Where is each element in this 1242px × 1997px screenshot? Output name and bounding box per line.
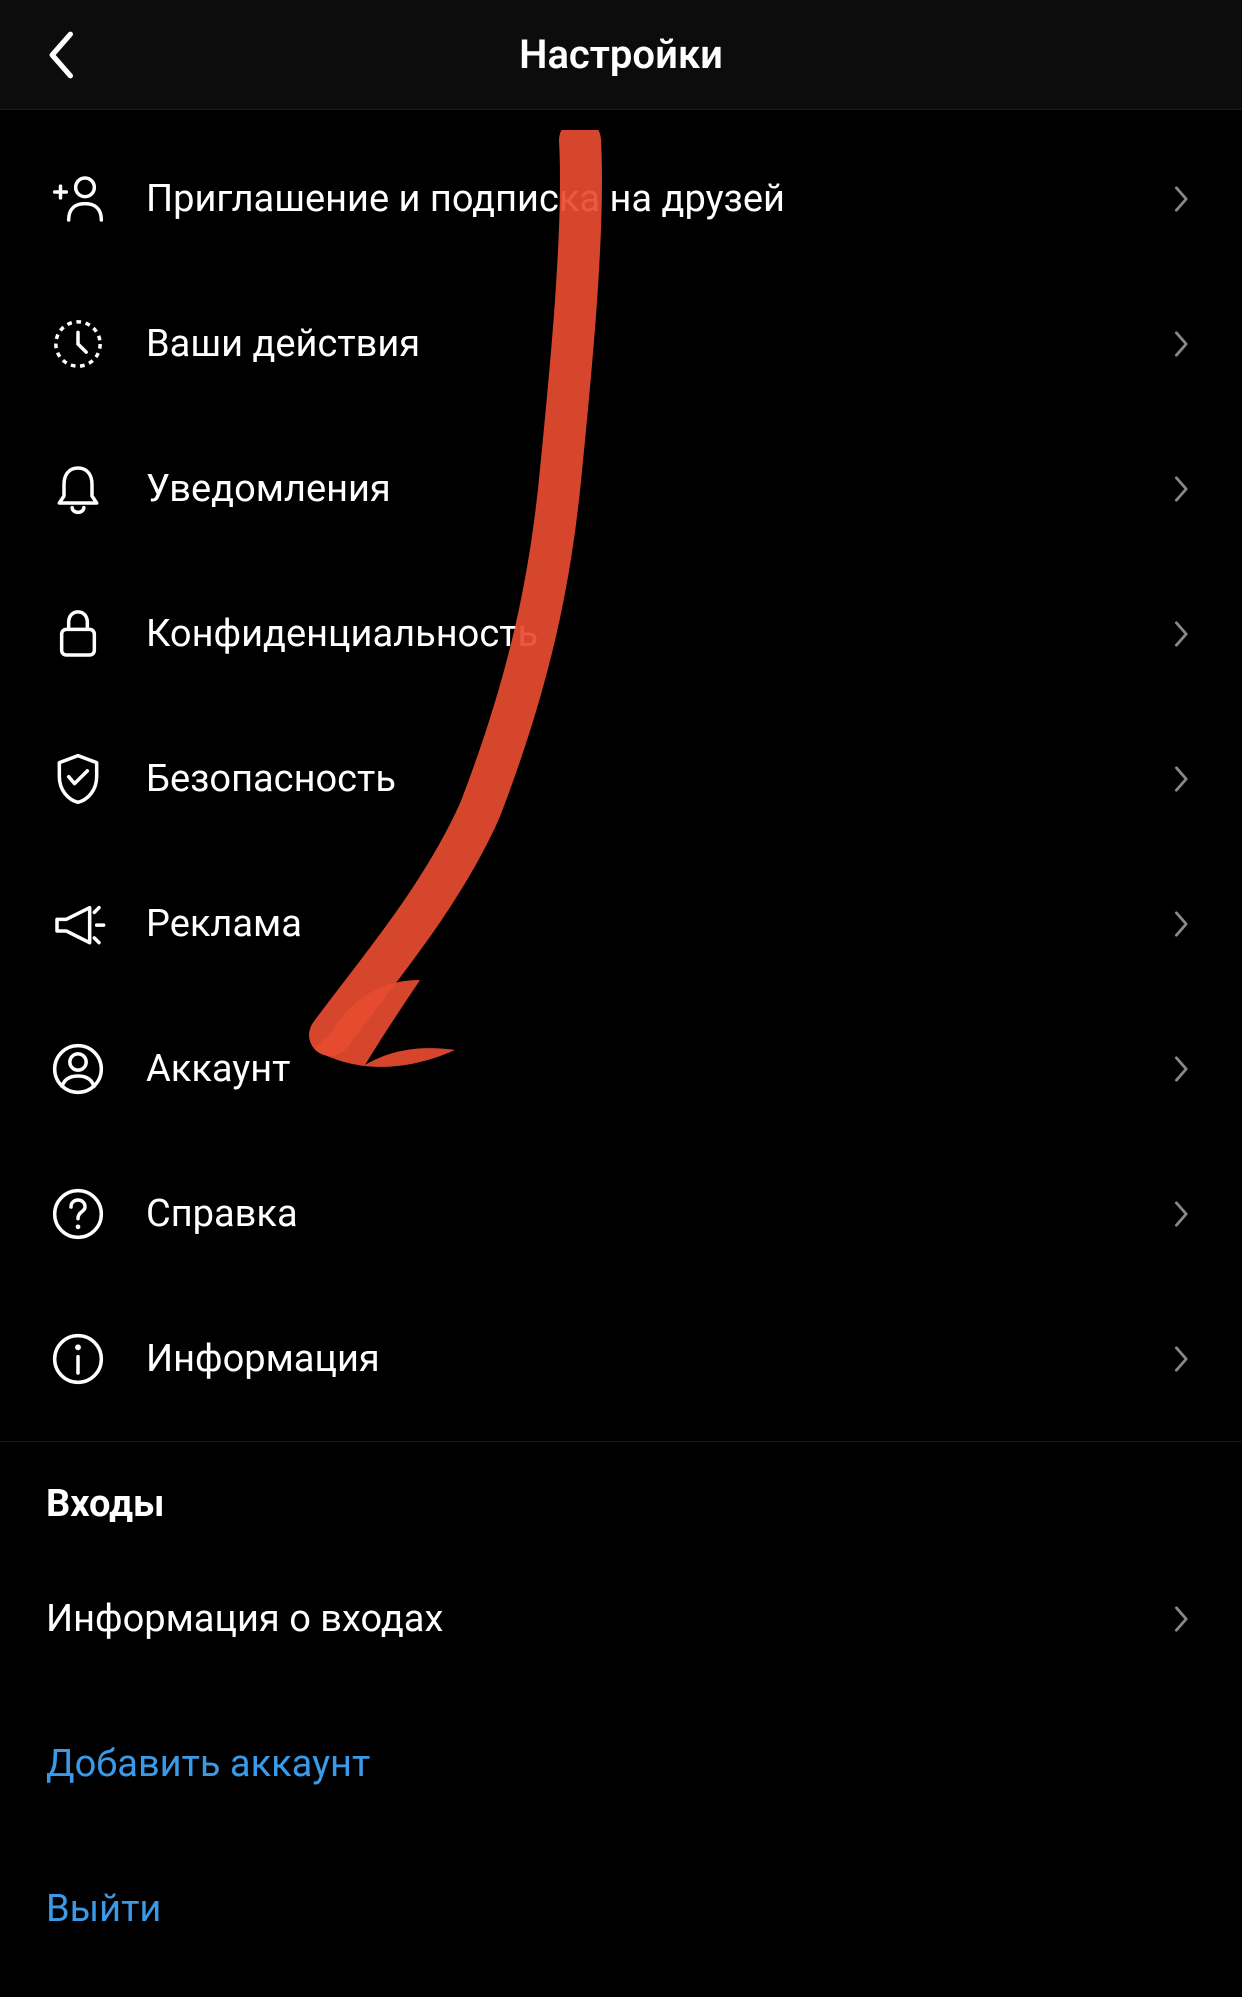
item-label: Информация о входах: [46, 1597, 1168, 1641]
settings-item-info[interactable]: Информация: [0, 1286, 1242, 1431]
item-label: Справка: [146, 1192, 1168, 1236]
bell-icon: [46, 457, 110, 521]
chevron-right-icon: [1168, 185, 1196, 213]
settings-item-invite[interactable]: Приглашение и подписка на друзей: [0, 126, 1242, 271]
activity-icon: [46, 312, 110, 376]
lock-icon: [46, 602, 110, 666]
account-icon: [46, 1037, 110, 1101]
chevron-right-icon: [1168, 1055, 1196, 1083]
page-title: Настройки: [519, 31, 723, 78]
settings-item-privacy[interactable]: Конфиденциальность: [0, 561, 1242, 706]
chevron-right-icon: [1168, 1605, 1196, 1633]
settings-list: Приглашение и подписка на друзей Ваши де…: [0, 110, 1242, 1431]
chevron-right-icon: [1168, 910, 1196, 938]
header: Настройки: [0, 0, 1242, 110]
login-info-item[interactable]: Информация о входах: [0, 1546, 1242, 1691]
chevron-right-icon: [1168, 475, 1196, 503]
item-label: Ваши действия: [146, 322, 1168, 366]
back-button[interactable]: [36, 31, 84, 79]
item-label: Приглашение и подписка на друзей: [146, 177, 1168, 221]
link-label: Добавить аккаунт: [46, 1742, 370, 1786]
chevron-right-icon: [1168, 765, 1196, 793]
chevron-right-icon: [1168, 1345, 1196, 1373]
settings-item-ads[interactable]: Реклама: [0, 851, 1242, 996]
item-label: Информация: [146, 1337, 1168, 1381]
item-label: Конфиденциальность: [146, 612, 1168, 656]
settings-item-account[interactable]: Аккаунт: [0, 996, 1242, 1141]
settings-item-notifications[interactable]: Уведомления: [0, 416, 1242, 561]
logout-link[interactable]: Выйти: [0, 1836, 1242, 1981]
chevron-right-icon: [1168, 330, 1196, 358]
chevron-right-icon: [1168, 620, 1196, 648]
settings-item-help[interactable]: Справка: [0, 1141, 1242, 1286]
megaphone-icon: [46, 892, 110, 956]
add-person-icon: [46, 167, 110, 231]
item-label: Реклама: [146, 902, 1168, 946]
item-label: Безопасность: [146, 757, 1168, 801]
logins-section-header: Входы: [0, 1442, 1242, 1546]
settings-item-security[interactable]: Безопасность: [0, 706, 1242, 851]
item-label: Аккаунт: [146, 1047, 1168, 1091]
link-label: Выйти: [46, 1887, 161, 1931]
item-label: Уведомления: [146, 467, 1168, 511]
chevron-right-icon: [1168, 1200, 1196, 1228]
add-account-link[interactable]: Добавить аккаунт: [0, 1691, 1242, 1836]
chevron-left-icon: [43, 29, 77, 81]
settings-item-activity[interactable]: Ваши действия: [0, 271, 1242, 416]
help-icon: [46, 1182, 110, 1246]
shield-icon: [46, 747, 110, 811]
info-icon: [46, 1327, 110, 1391]
